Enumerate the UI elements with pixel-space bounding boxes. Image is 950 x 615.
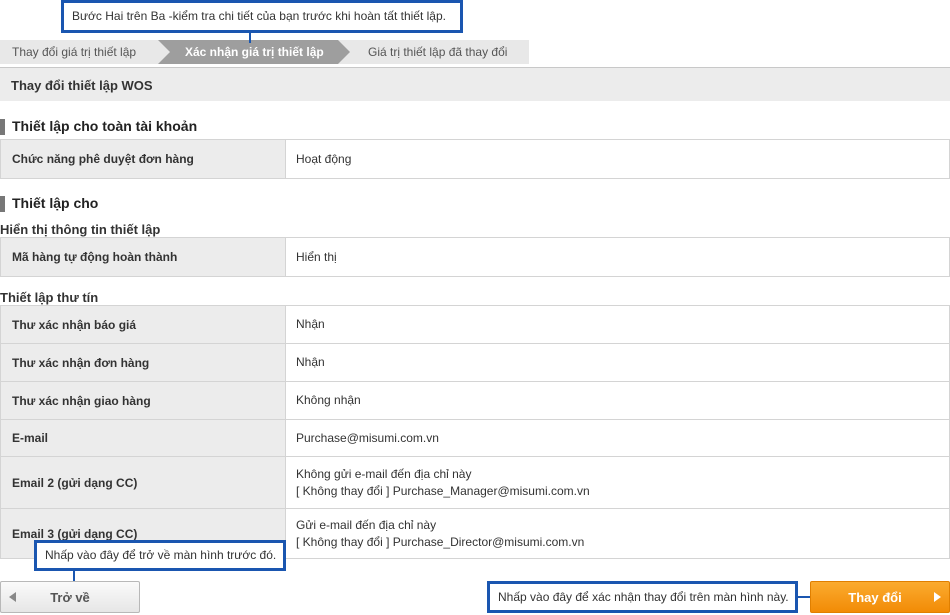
table-row: Email 2 (gửi dạng CC) Không gửi e-mail đ… [0,456,950,509]
page-title: Thay đổi thiết lập WOS [11,78,153,93]
quote-mail-value: Nhận [285,305,950,344]
back-button-label: Trở về [50,590,90,605]
back-callout-text: Nhấp vào đây để trở về màn hình trước đó… [45,548,277,562]
change-button-label: Thay đổi [848,590,902,605]
mail-settings-subtitle: Thiết lập thư tín [0,290,99,305]
shipping-mail-value: Không nhận [285,381,950,420]
email3-address: [ Không thay đổi ] Purchase_Director@mis… [296,534,585,549]
step-3-values-changed: Giá trị thiết lập đã thay đổi [368,45,508,59]
page-header: Thay đổi thiết lập WOS [0,67,950,101]
table-row: Mã hàng tự động hoàn thành Hiển thị [0,237,950,277]
table-row: Thư xác nhận đơn hàng Nhận [0,343,950,382]
table-row: Thư xác nhận báo giá Nhận [0,305,950,344]
back-button[interactable]: Trở về [0,581,140,613]
order-mail-label: Thư xác nhận đơn hàng [0,343,286,382]
settings-section-title: Thiết lập cho [0,195,98,212]
mail-settings-table: Thư xác nhận báo giá Nhận Thư xác nhận đ… [0,305,950,559]
back-callout: Nhấp vào đây để trở về màn hình trước đó… [34,540,286,571]
quote-mail-label: Thư xác nhận báo giá [0,305,286,344]
email2-status: Không gửi e-mail đến địa chỉ này [296,466,472,481]
autocomplete-label: Mã hàng tự động hoàn thành [0,237,286,277]
approval-function-label: Chức năng phê duyệt đơn hàng [0,139,286,179]
email-label: E-mail [0,419,286,457]
email-value: Purchase@misumi.com.vn [285,419,950,457]
table-row: E-mail Purchase@misumi.com.vn [0,419,950,457]
approval-function-value: Hoạt động [285,139,950,179]
display-settings-subtitle: Hiển thị thông tin thiết lập [0,222,161,237]
change-callout-text: Nhấp vào đây để xác nhận thay đổi trên m… [498,590,789,604]
step-callout: Bước Hai trên Ba -kiểm tra chi tiết của … [61,0,463,33]
right-arrow-icon [934,592,941,602]
autocomplete-value: Hiển thị [285,237,950,277]
step-1-change-values: Thay đổi giá trị thiết lập [12,45,137,59]
step-breadcrumb: Thay đổi giá trị thiết lập Xác nhận giá … [0,40,529,64]
table-row: Thư xác nhận giao hàng Không nhận [0,381,950,420]
table-row: Chức năng phê duyệt đơn hàng Hoạt động [0,139,950,179]
account-section-title: Thiết lập cho toàn tài khoản [0,118,197,135]
display-settings-table: Mã hàng tự động hoàn thành Hiển thị [0,237,950,277]
account-settings-table: Chức năng phê duyệt đơn hàng Hoạt động [0,139,950,179]
email2-value: Không gửi e-mail đến địa chỉ này [ Không… [285,456,950,509]
change-callout: Nhấp vào đây để xác nhận thay đổi trên m… [487,581,798,613]
step-callout-text: Bước Hai trên Ba -kiểm tra chi tiết của … [72,9,446,23]
step-2-confirm-values: Xác nhận giá trị thiết lập [158,40,350,64]
step-callout-pointer [249,33,251,43]
email2-label: Email 2 (gửi dạng CC) [0,456,286,509]
order-mail-value: Nhận [285,343,950,382]
change-button[interactable]: Thay đổi [810,581,950,613]
shipping-mail-label: Thư xác nhận giao hàng [0,381,286,420]
email3-status: Gửi e-mail đến địa chỉ này [296,517,437,532]
email2-address: [ Không thay đổi ] Purchase_Manager@misu… [296,483,590,498]
email3-value: Gửi e-mail đến địa chỉ này [ Không thay … [285,508,950,559]
